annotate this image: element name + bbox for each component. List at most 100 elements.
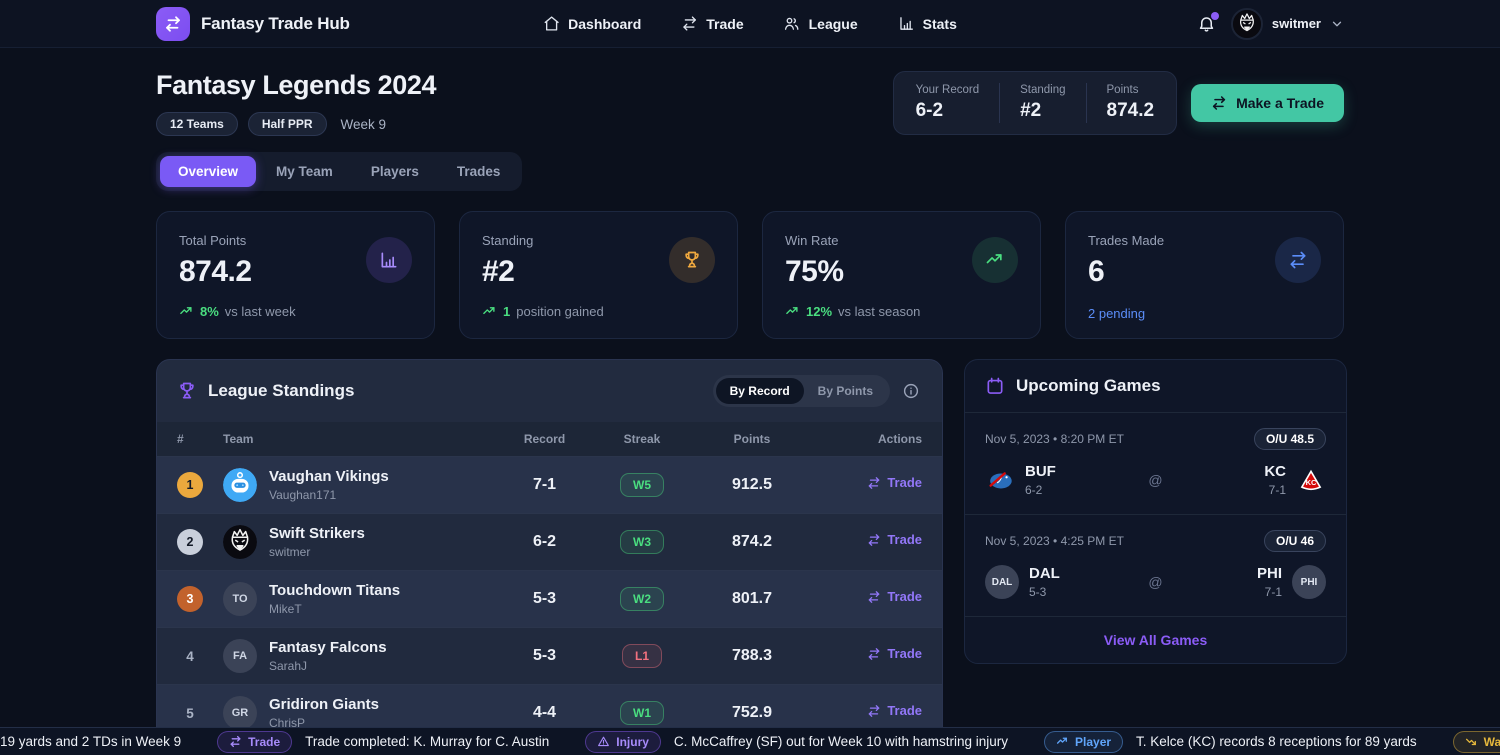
upcoming-games-title: Upcoming Games — [1016, 376, 1161, 396]
game-datetime: Nov 5, 2023 • 4:25 PM ET — [985, 534, 1124, 548]
streak-badge: W2 — [620, 587, 664, 611]
row-trade-button[interactable]: Trade — [867, 475, 922, 490]
notification-dot — [1211, 12, 1219, 20]
nav-league-label: League — [809, 16, 858, 32]
team-owner: Vaughan171 — [269, 488, 389, 502]
team-record: 6-2 — [497, 533, 592, 551]
col-actions: Actions — [812, 432, 922, 446]
away-record: 5-3 — [1029, 585, 1060, 599]
ticker-text: Trade completed: K. Murray for C. Austin — [305, 734, 549, 749]
team-avatar-initials: GR — [223, 696, 257, 730]
home-team: KC — [1264, 463, 1286, 480]
team-record: 5-3 — [497, 647, 592, 665]
scoring-badge: Half PPR — [248, 112, 327, 136]
trending-up-icon — [179, 304, 194, 319]
view-all-games-link[interactable]: View All Games — [965, 617, 1346, 663]
injury-badge: Injury — [585, 731, 661, 753]
bar-chart-icon — [366, 237, 412, 283]
stat-card-win-rate: Win Rate 75% 12% vs last season — [762, 211, 1041, 339]
record-label: Your Record — [916, 84, 980, 96]
swap-icon — [681, 15, 698, 32]
nav-stats-label: Stats — [923, 16, 957, 32]
standings-row-swift-strikers[interactable]: 2 Swift Strikers switmer 6-2 W3 874.2 Tr… — [157, 513, 942, 570]
nav-dashboard-label: Dashboard — [568, 16, 641, 32]
team-name: Swift Strikers — [269, 525, 365, 542]
tab-my-team[interactable]: My Team — [258, 156, 351, 187]
team-avatar-initials: FA — [223, 639, 257, 673]
team-record: 7-1 — [497, 476, 592, 494]
row-trade-button[interactable]: Trade — [867, 589, 922, 604]
row-trade-button[interactable]: Trade — [867, 532, 922, 547]
row-trade-button[interactable]: Trade — [867, 703, 922, 718]
badge-label: Trade — [248, 735, 280, 749]
bar-chart-icon — [898, 15, 915, 32]
nav-stats[interactable]: Stats — [898, 15, 957, 32]
trade-label: Trade — [887, 532, 922, 547]
trade-label: Trade — [887, 589, 922, 604]
trade-label: Trade — [887, 646, 922, 661]
ticker-item: 19 yards and 2 TDs in Week 9 — [0, 734, 181, 749]
team-avatar-robot — [223, 468, 257, 502]
game-buf-kc[interactable]: Nov 5, 2023 • 8:20 PM ET O/U 48.5 BUF 6-… — [965, 413, 1346, 515]
stat-card-trades-made: Trades Made 6 2 pending — [1065, 211, 1344, 339]
standings-row-touchdown-titans[interactable]: 3 TO Touchdown Titans MikeT 5-3 W2 801.7… — [157, 570, 942, 627]
trend-suffix: vs last week — [225, 304, 296, 319]
tab-trades[interactable]: Trades — [439, 156, 519, 187]
app-logo-swap-icon — [156, 7, 190, 41]
users-icon — [784, 15, 801, 32]
ticker-item-waiver: Waiver D. Hopkins claimed off waivers — [1453, 731, 1500, 753]
info-icon[interactable] — [900, 380, 922, 402]
rank-badge: 3 — [177, 586, 203, 612]
make-a-trade-button[interactable]: Make a Trade — [1191, 84, 1344, 122]
app-title: Fantasy Trade Hub — [201, 14, 350, 34]
team-owner: MikeT — [269, 602, 400, 616]
badge-label: Player — [1075, 735, 1111, 749]
upcoming-games-panel: Upcoming Games Nov 5, 2023 • 8:20 PM ET … — [964, 359, 1347, 664]
tab-players[interactable]: Players — [353, 156, 437, 187]
trade-label: Trade — [887, 475, 922, 490]
away-team: DAL — [1029, 565, 1060, 582]
home-record: 7-1 — [1257, 585, 1282, 599]
brand[interactable]: Fantasy Trade Hub — [156, 7, 350, 41]
main-nav: Dashboard Trade League Stats — [543, 15, 957, 32]
week-label: Week 9 — [341, 117, 387, 132]
team-owner: switmer — [269, 545, 365, 559]
nav-right: switmer — [1197, 8, 1344, 40]
streak-badge: L1 — [622, 644, 662, 668]
by-record-toggle[interactable]: By Record — [716, 378, 804, 404]
warning-icon — [597, 735, 610, 748]
trending-up-icon — [482, 304, 497, 319]
streak-badge: W5 — [620, 473, 664, 497]
nav-league[interactable]: League — [784, 15, 858, 32]
player-badge: Player — [1044, 731, 1123, 753]
waiver-badge: Waiver — [1453, 731, 1500, 753]
page-header: Fantasy Legends 2024 12 Teams Half PPR W… — [156, 70, 1344, 136]
user-menu[interactable]: switmer — [1231, 8, 1344, 40]
col-record: Record — [497, 432, 592, 446]
away-record: 6-2 — [1025, 483, 1056, 497]
nav-dashboard[interactable]: Dashboard — [543, 15, 641, 32]
by-points-toggle[interactable]: By Points — [804, 378, 887, 404]
game-datetime: Nov 5, 2023 • 8:20 PM ET — [985, 432, 1124, 446]
game-dal-phi[interactable]: Nov 5, 2023 • 4:25 PM ET O/U 46 DAL DAL … — [965, 515, 1346, 617]
trending-up-icon — [972, 237, 1018, 283]
notifications-button[interactable] — [1197, 14, 1216, 33]
trend-value: 12% — [806, 304, 832, 319]
news-ticker[interactable]: 19 yards and 2 TDs in Week 9 Trade Trade… — [0, 727, 1500, 755]
pending-trades-note[interactable]: 2 pending — [1088, 306, 1321, 321]
standings-row-vaughan-vikings[interactable]: 1 Vaughan Vikings Vaughan171 7-1 W5 912.… — [157, 456, 942, 513]
standings-row-fantasy-falcons[interactable]: 4 FA Fantasy Falcons SarahJ 5-3 L1 788.3… — [157, 627, 942, 684]
row-trade-button[interactable]: Trade — [867, 646, 922, 661]
nav-trade[interactable]: Trade — [681, 15, 743, 32]
eagles-logo-placeholder: PHI — [1292, 565, 1326, 599]
badge-label: Waiver — [1484, 735, 1500, 749]
trending-down-icon — [1465, 735, 1478, 748]
col-points: Points — [692, 432, 812, 446]
swap-icon — [1211, 95, 1227, 111]
at-symbol: @ — [1148, 574, 1162, 590]
team-name: Fantasy Falcons — [269, 639, 387, 656]
page-title: Fantasy Legends 2024 — [156, 70, 436, 101]
tab-overview[interactable]: Overview — [160, 156, 256, 187]
view-tabs: Overview My Team Players Trades — [156, 152, 522, 191]
points-label: Points — [1107, 84, 1155, 96]
